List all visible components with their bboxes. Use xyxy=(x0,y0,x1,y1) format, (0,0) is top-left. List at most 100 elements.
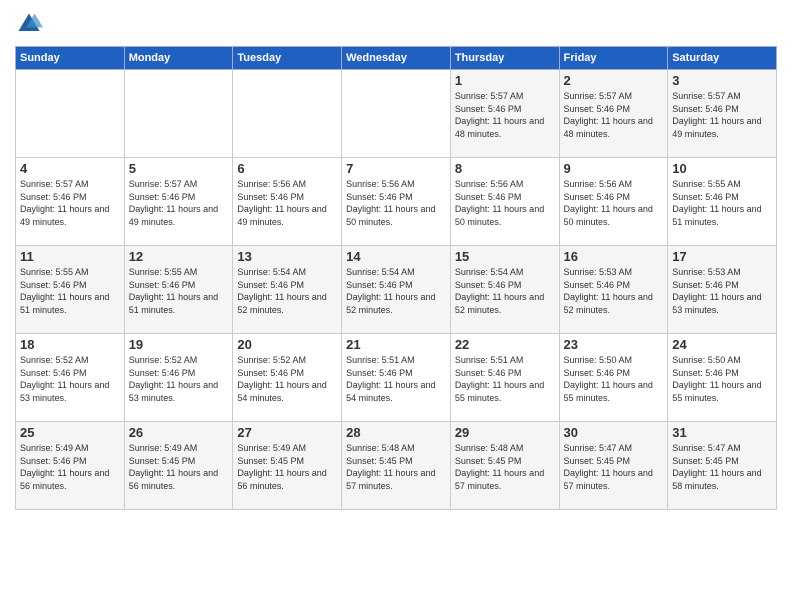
logo xyxy=(15,10,47,38)
day-number: 23 xyxy=(564,337,664,352)
day-info: Sunrise: 5:52 AM Sunset: 5:46 PM Dayligh… xyxy=(237,354,337,404)
day-header-monday: Monday xyxy=(124,47,233,70)
calendar-cell: 9 Sunrise: 5:56 AM Sunset: 5:46 PM Daylig… xyxy=(559,158,668,246)
day-info: Sunrise: 5:54 AM Sunset: 5:46 PM Dayligh… xyxy=(346,266,446,316)
day-number: 25 xyxy=(20,425,120,440)
day-header-wednesday: Wednesday xyxy=(342,47,451,70)
calendar-cell: 26Sunrise: 5:49 AM Sunset: 5:45 PM Dayli… xyxy=(124,422,233,510)
calendar-cell: 16Sunrise: 5:53 AM Sunset: 5:46 PM Dayli… xyxy=(559,246,668,334)
day-number: 3 xyxy=(672,73,772,88)
day-info: Sunrise: 5:51 AM Sunset: 5:46 PM Dayligh… xyxy=(455,354,555,404)
day-number: 11 xyxy=(20,249,120,264)
day-info: Sunrise: 5:48 AM Sunset: 5:45 PM Dayligh… xyxy=(455,442,555,492)
day-info: Sunrise: 5:49 AM Sunset: 5:45 PM Dayligh… xyxy=(237,442,337,492)
day-number: 15 xyxy=(455,249,555,264)
calendar-cell: 6 Sunrise: 5:56 AM Sunset: 5:46 PM Daylig… xyxy=(233,158,342,246)
day-number: 30 xyxy=(564,425,664,440)
calendar-cell: 2Sunrise: 5:57 AM Sunset: 5:46 PM Daylig… xyxy=(559,70,668,158)
calendar-cell: 11Sunrise: 5:55 AM Sunset: 5:46 PM Dayli… xyxy=(16,246,125,334)
day-number: 26 xyxy=(129,425,229,440)
day-info: Sunrise: 5:47 AM Sunset: 5:45 PM Dayligh… xyxy=(564,442,664,492)
day-info: Sunrise: 5:55 AM Sunset: 5:46 PM Dayligh… xyxy=(129,266,229,316)
day-info: Sunrise: 5:56 AM Sunset: 5:46 PM Dayligh… xyxy=(346,178,446,228)
day-number: 9 xyxy=(564,161,664,176)
week-row-1: 1 Sunrise: 5:57 AM Sunset: 5:46 PM Daylig… xyxy=(16,70,777,158)
day-info: Sunrise: 5:57 AM Sunset: 5:46 PM Dayligh… xyxy=(129,178,229,228)
day-number: 4 xyxy=(20,161,120,176)
day-number: 31 xyxy=(672,425,772,440)
day-header-tuesday: Tuesday xyxy=(233,47,342,70)
calendar-cell: 20Sunrise: 5:52 AM Sunset: 5:46 PM Dayli… xyxy=(233,334,342,422)
day-info: Sunrise: 5:56 AM Sunset: 5:46 PM Dayligh… xyxy=(455,178,555,228)
day-number: 19 xyxy=(129,337,229,352)
day-info: Sunrise: 5:48 AM Sunset: 5:45 PM Dayligh… xyxy=(346,442,446,492)
calendar-cell xyxy=(342,70,451,158)
day-header-thursday: Thursday xyxy=(450,47,559,70)
day-info: Sunrise: 5:52 AM Sunset: 5:46 PM Dayligh… xyxy=(129,354,229,404)
calendar-cell: 21 Sunrise: 5:51 AM Sunset: 5:46 PM Dayli… xyxy=(342,334,451,422)
calendar-cell: 5 Sunrise: 5:57 AM Sunset: 5:46 PM Daylig… xyxy=(124,158,233,246)
calendar-cell: 15 Sunrise: 5:54 AM Sunset: 5:46 PM Dayli… xyxy=(450,246,559,334)
calendar-cell: 30 Sunrise: 5:47 AM Sunset: 5:45 PM Dayli… xyxy=(559,422,668,510)
calendar-cell xyxy=(124,70,233,158)
day-info: Sunrise: 5:53 AM Sunset: 5:46 PM Dayligh… xyxy=(672,266,772,316)
calendar-cell: 12 Sunrise: 5:55 AM Sunset: 5:46 PM Dayli… xyxy=(124,246,233,334)
calendar-cell: 28 Sunrise: 5:48 AM Sunset: 5:45 PM Dayli… xyxy=(342,422,451,510)
calendar-cell xyxy=(233,70,342,158)
day-info: Sunrise: 5:57 AM Sunset: 5:46 PM Dayligh… xyxy=(672,90,772,140)
day-header-friday: Friday xyxy=(559,47,668,70)
day-info: Sunrise: 5:51 AM Sunset: 5:46 PM Dayligh… xyxy=(346,354,446,404)
calendar-cell: 29 Sunrise: 5:48 AM Sunset: 5:45 PM Dayli… xyxy=(450,422,559,510)
day-info: Sunrise: 5:54 AM Sunset: 5:46 PM Dayligh… xyxy=(237,266,337,316)
day-number: 22 xyxy=(455,337,555,352)
calendar-cell: 8 Sunrise: 5:56 AM Sunset: 5:46 PM Daylig… xyxy=(450,158,559,246)
calendar-cell: 25 Sunrise: 5:49 AM Sunset: 5:46 PM Dayli… xyxy=(16,422,125,510)
day-number: 1 xyxy=(455,73,555,88)
header-row xyxy=(15,10,777,38)
header-row-days: SundayMondayTuesdayWednesdayThursdayFrid… xyxy=(16,47,777,70)
day-info: Sunrise: 5:50 AM Sunset: 5:46 PM Dayligh… xyxy=(672,354,772,404)
day-info: Sunrise: 5:57 AM Sunset: 5:46 PM Dayligh… xyxy=(564,90,664,140)
calendar-cell: 27 Sunrise: 5:49 AM Sunset: 5:45 PM Dayli… xyxy=(233,422,342,510)
day-number: 16 xyxy=(564,249,664,264)
day-number: 6 xyxy=(237,161,337,176)
calendar-cell: 4 Sunrise: 5:57 AM Sunset: 5:46 PM Daylig… xyxy=(16,158,125,246)
calendar-cell: 13 Sunrise: 5:54 AM Sunset: 5:46 PM Dayli… xyxy=(233,246,342,334)
calendar-cell: 10 Sunrise: 5:55 AM Sunset: 5:46 PM Dayli… xyxy=(668,158,777,246)
calendar-cell: 3 Sunrise: 5:57 AM Sunset: 5:46 PM Daylig… xyxy=(668,70,777,158)
day-info: Sunrise: 5:55 AM Sunset: 5:46 PM Dayligh… xyxy=(672,178,772,228)
day-number: 7 xyxy=(346,161,446,176)
day-number: 8 xyxy=(455,161,555,176)
calendar-cell: 19 Sunrise: 5:52 AM Sunset: 5:46 PM Dayli… xyxy=(124,334,233,422)
day-number: 5 xyxy=(129,161,229,176)
day-info: Sunrise: 5:54 AM Sunset: 5:46 PM Dayligh… xyxy=(455,266,555,316)
week-row-5: 25 Sunrise: 5:49 AM Sunset: 5:46 PM Dayli… xyxy=(16,422,777,510)
week-row-4: 18 Sunrise: 5:52 AM Sunset: 5:46 PM Dayli… xyxy=(16,334,777,422)
calendar-cell: 7 Sunrise: 5:56 AM Sunset: 5:46 PM Daylig… xyxy=(342,158,451,246)
day-number: 29 xyxy=(455,425,555,440)
day-number: 27 xyxy=(237,425,337,440)
day-info: Sunrise: 5:50 AM Sunset: 5:46 PM Dayligh… xyxy=(564,354,664,404)
day-number: 28 xyxy=(346,425,446,440)
day-info: Sunrise: 5:57 AM Sunset: 5:46 PM Dayligh… xyxy=(20,178,120,228)
calendar-cell: 22 Sunrise: 5:51 AM Sunset: 5:46 PM Dayli… xyxy=(450,334,559,422)
day-number: 12 xyxy=(129,249,229,264)
day-number: 14 xyxy=(346,249,446,264)
day-info: Sunrise: 5:57 AM Sunset: 5:46 PM Dayligh… xyxy=(455,90,555,140)
day-number: 13 xyxy=(237,249,337,264)
page-container: SundayMondayTuesdayWednesdayThursdayFrid… xyxy=(0,0,792,520)
day-info: Sunrise: 5:47 AM Sunset: 5:45 PM Dayligh… xyxy=(672,442,772,492)
day-header-saturday: Saturday xyxy=(668,47,777,70)
day-number: 18 xyxy=(20,337,120,352)
day-number: 10 xyxy=(672,161,772,176)
day-info: Sunrise: 5:49 AM Sunset: 5:46 PM Dayligh… xyxy=(20,442,120,492)
day-info: Sunrise: 5:56 AM Sunset: 5:46 PM Dayligh… xyxy=(564,178,664,228)
calendar-cell: 31 Sunrise: 5:47 AM Sunset: 5:45 PM Dayli… xyxy=(668,422,777,510)
day-number: 17 xyxy=(672,249,772,264)
calendar-table: SundayMondayTuesdayWednesdayThursdayFrid… xyxy=(15,46,777,510)
week-row-2: 4 Sunrise: 5:57 AM Sunset: 5:46 PM Daylig… xyxy=(16,158,777,246)
day-number: 24 xyxy=(672,337,772,352)
calendar-cell: 24 Sunrise: 5:50 AM Sunset: 5:46 PM Dayli… xyxy=(668,334,777,422)
day-info: Sunrise: 5:56 AM Sunset: 5:46 PM Dayligh… xyxy=(237,178,337,228)
day-number: 21 xyxy=(346,337,446,352)
